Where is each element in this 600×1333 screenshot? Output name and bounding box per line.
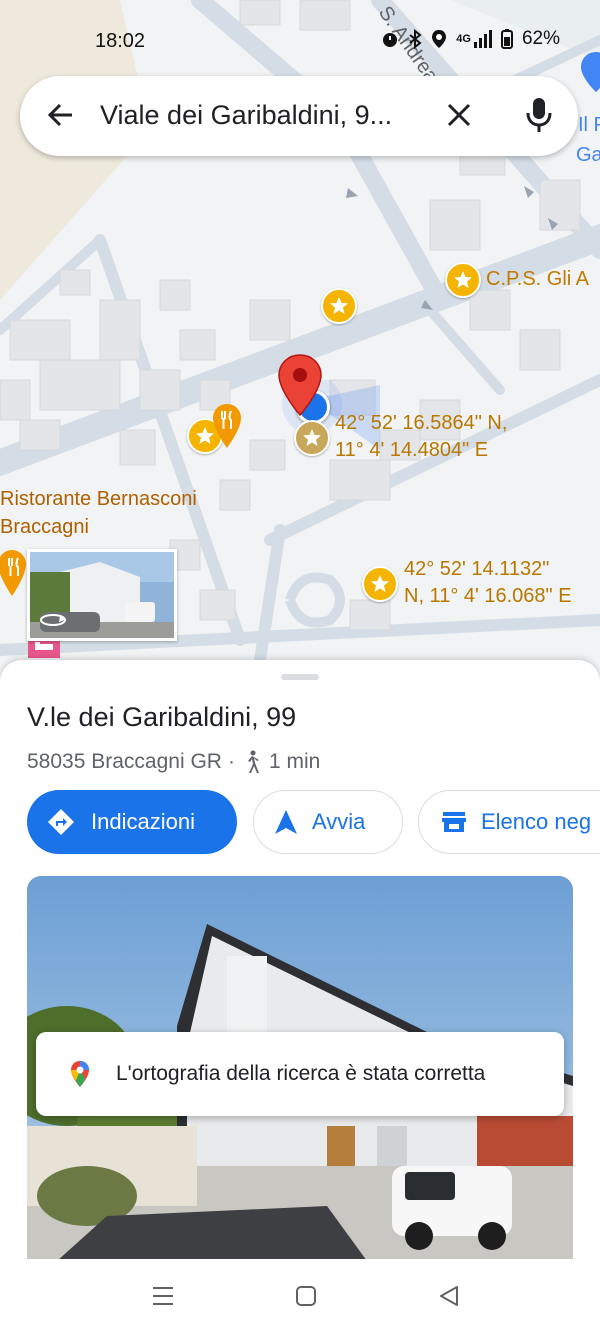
- start-button[interactable]: Avvia: [253, 790, 403, 854]
- drag-handle[interactable]: [281, 674, 319, 680]
- search-bar[interactable]: Viale dei Garibaldini, 9...: [20, 76, 578, 156]
- directions-icon: [48, 809, 74, 835]
- walk-time: 1 min: [268, 750, 321, 773]
- navigation-arrow-icon: [275, 810, 297, 834]
- poi-top-right-label-2[interactable]: Ga: [576, 142, 600, 168]
- place-address: 58035 Braccagni GR: [27, 750, 222, 773]
- business-list-label: Elenco neg: [481, 809, 592, 834]
- start-label: Avvia: [312, 809, 366, 834]
- star-marker-icon[interactable]: [294, 420, 330, 456]
- clear-icon[interactable]: [444, 100, 474, 130]
- map-view[interactable]: S. Andrea 18:02 4G 62% Viale dei Garibal…: [0, 0, 600, 680]
- poi-cps-label[interactable]: C.P.S. Gli A: [486, 266, 589, 292]
- restaurant-label[interactable]: Ristorante Bernasconi: [0, 486, 197, 512]
- menu-icon[interactable]: [151, 1285, 175, 1307]
- coordinate-label: 42° 52' 16.5864" N, 11° 4' 14.4804" E: [335, 412, 508, 461]
- walking-icon: [247, 750, 259, 773]
- place-sheet[interactable]: V.le dei Garibaldini, 99 58035 Braccagni…: [0, 660, 600, 1333]
- google-maps-logo-icon: [71, 1061, 89, 1087]
- business-list-button[interactable]: Elenco neg: [418, 790, 600, 854]
- spelling-correction-toast: L'ortografia della ricerca è stata corre…: [36, 1032, 564, 1116]
- back-arrow-icon[interactable]: [46, 100, 76, 130]
- system-nav-bar: [0, 1259, 600, 1333]
- star-marker-icon[interactable]: [321, 288, 357, 324]
- selected-place-pin-icon[interactable]: [277, 353, 323, 422]
- toast-message: L'ortografia della ricerca è stata corre…: [116, 1062, 486, 1085]
- back-icon[interactable]: [438, 1285, 460, 1307]
- alarm-icon: [383, 33, 398, 47]
- bluetooth-icon: [409, 29, 422, 49]
- restaurant-pin-icon[interactable]: [211, 402, 243, 455]
- status-time: 18:02: [95, 30, 146, 52]
- network-label: 4G: [456, 33, 471, 45]
- star-marker-icon[interactable]: [445, 262, 481, 298]
- place-title: V.le dei Garibaldini, 99: [27, 702, 297, 732]
- restaurant-label-2[interactable]: Braccagni: [0, 514, 89, 540]
- star-marker-icon[interactable]: [362, 566, 398, 602]
- status-bar: 18:02 4G 62%: [0, 0, 600, 80]
- store-icon: [442, 812, 466, 832]
- street-view-thumbnail[interactable]: [27, 549, 177, 641]
- search-input[interactable]: Viale dei Garibaldini, 9...: [100, 100, 392, 131]
- coordinate-label: 42° 52' 14.1132" N, 11° 4' 16.068" E: [404, 558, 572, 607]
- transit-pin-icon[interactable]: [578, 50, 600, 94]
- 360-rotate-icon: [40, 614, 66, 626]
- separator-dot: ·: [227, 750, 235, 773]
- restaurant-pin-icon[interactable]: [0, 548, 28, 603]
- status-icons: 4G 62%: [381, 28, 560, 50]
- directions-button[interactable]: Indicazioni: [27, 790, 237, 854]
- place-subtitle: 58035 Braccagni GR · 1 min: [27, 750, 320, 774]
- signal-icon: [473, 30, 492, 48]
- directions-label: Indicazioni: [91, 809, 195, 834]
- battery-level: 62%: [521, 28, 560, 49]
- poi-top-right-label[interactable]: Il P: [578, 112, 600, 138]
- home-icon[interactable]: [295, 1285, 317, 1307]
- location-icon: [432, 30, 447, 48]
- microphone-icon[interactable]: [525, 96, 553, 134]
- battery-icon: [500, 29, 513, 49]
